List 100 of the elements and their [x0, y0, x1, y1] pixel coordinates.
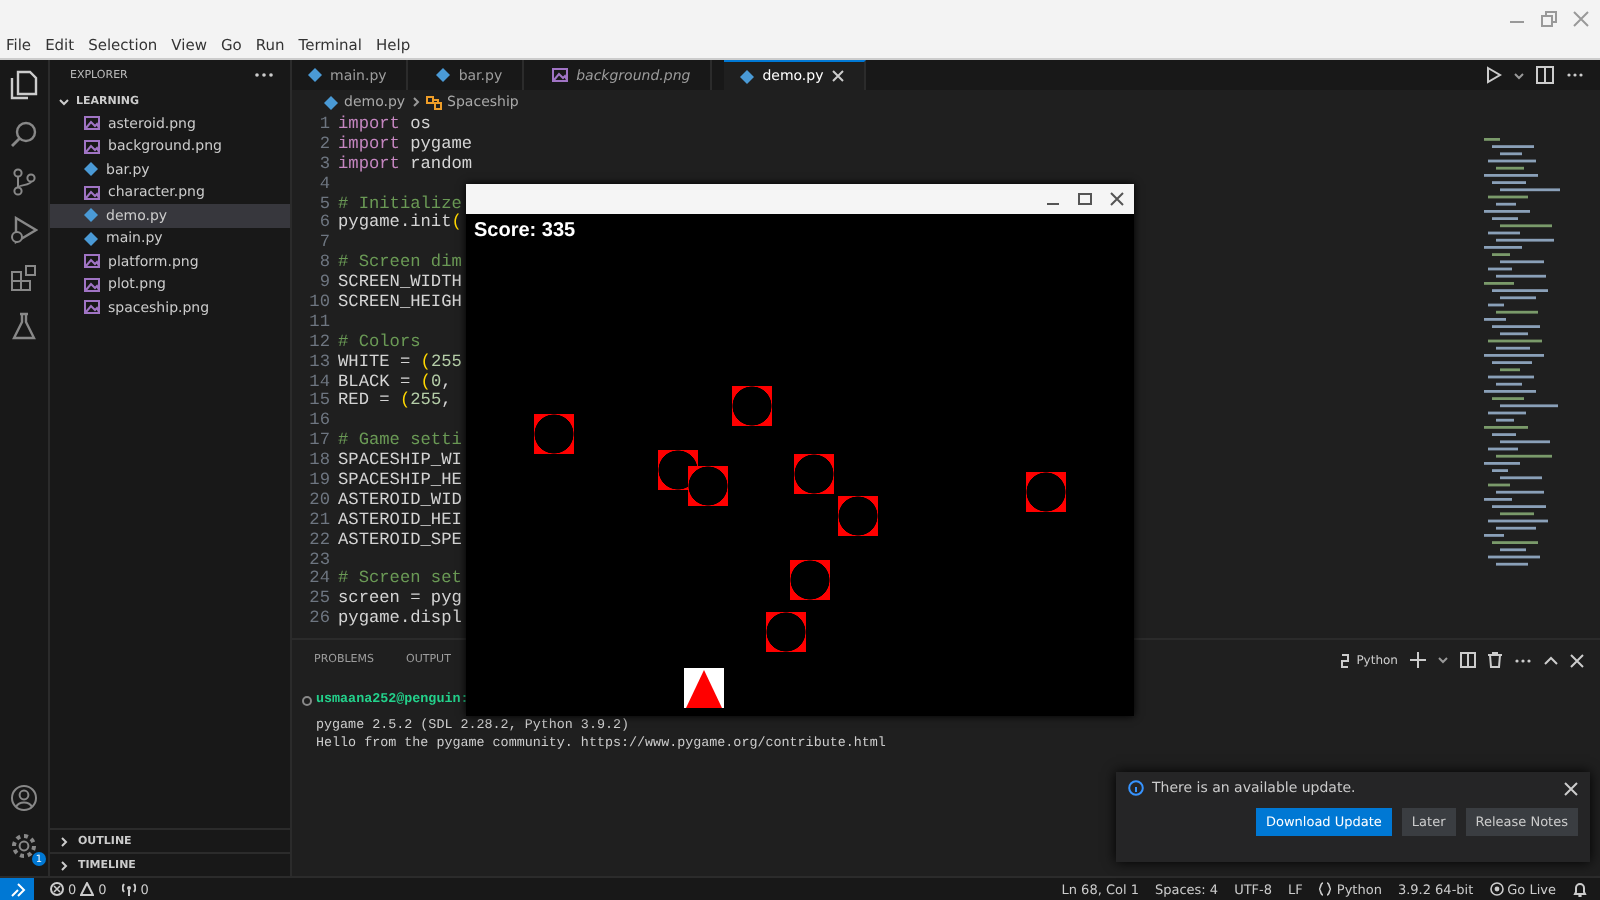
line-number: 1	[317, 116, 330, 136]
python-file-icon	[84, 162, 98, 177]
line-number: 17	[307, 432, 330, 452]
chevron-down-icon[interactable]	[1514, 71, 1524, 79]
asteroid-sprite	[838, 496, 878, 536]
line-number: 26	[307, 610, 330, 631]
line-number: 3	[317, 155, 330, 176]
chevron-up-icon[interactable]	[1544, 655, 1558, 665]
code-line: SPACESHIP_WI	[338, 452, 462, 472]
error-icon	[50, 882, 64, 896]
class-symbol-icon	[425, 95, 442, 109]
code-line: BLACK = (0,	[338, 373, 452, 392]
code-line: SPACESHIP_HE	[338, 472, 462, 492]
code-line: ASTEROID_HEI	[338, 511, 462, 532]
code-line: import os	[338, 116, 431, 135]
chevron-right-icon	[411, 96, 420, 108]
circle-icon	[302, 696, 312, 706]
trash-icon[interactable]	[1488, 652, 1502, 668]
python-file-icon	[436, 68, 451, 82]
code-line: # Initialize	[338, 195, 462, 214]
code-line: import pygame	[338, 135, 473, 155]
line-number: 8	[317, 254, 330, 274]
run-debug-icon[interactable]	[10, 216, 38, 244]
line-number: 22	[307, 531, 330, 552]
code-line: # Screen set	[338, 570, 462, 591]
code-line: SCREEN_HEIGH	[338, 294, 462, 314]
image-file-icon	[84, 116, 100, 131]
source-control-icon[interactable]	[12, 168, 36, 196]
more-icon[interactable]	[1566, 72, 1584, 78]
image-file-icon	[552, 68, 569, 82]
settings-icon[interactable]	[10, 832, 38, 860]
more-icon[interactable]	[1514, 657, 1532, 663]
asteroid-sprite	[534, 414, 574, 454]
code-line: SCREEN_WIDTH	[338, 274, 462, 294]
line-number: 12	[307, 333, 330, 354]
python-file-icon	[740, 69, 755, 83]
extensions-icon[interactable]	[10, 264, 38, 292]
plus-icon[interactable]	[1410, 652, 1426, 668]
asteroid-sprite	[688, 466, 728, 506]
antenna-icon	[122, 882, 137, 896]
image-file-icon	[84, 139, 100, 154]
remote-icon	[9, 881, 25, 897]
close-icon[interactable]	[1110, 192, 1124, 206]
line-number: 2	[317, 135, 330, 156]
line-number: 7	[317, 234, 330, 254]
line-number: 24	[307, 570, 330, 590]
files-icon[interactable]	[10, 70, 38, 100]
warning-icon	[80, 882, 95, 896]
split-editor-icon[interactable]	[1536, 66, 1554, 84]
code-line: # Screen dim	[338, 254, 462, 274]
line-number: 18	[307, 452, 330, 472]
more-icon[interactable]	[254, 72, 274, 78]
code-line: ASTEROID_SPE	[338, 531, 462, 552]
line-number: 21	[307, 511, 330, 532]
asteroid-sprite	[732, 386, 772, 426]
bell-icon[interactable]	[1572, 881, 1588, 897]
broadcast-icon	[1489, 882, 1504, 896]
line-number: 4	[317, 175, 330, 196]
asteroid-sprite	[790, 560, 830, 600]
asteroid-sprite	[1026, 472, 1066, 512]
line-number: 15	[307, 392, 330, 412]
code-line: # Game setti	[338, 432, 462, 452]
run-icon[interactable]	[1486, 66, 1502, 84]
code-line: WHITE = (255	[338, 353, 462, 373]
flask-icon[interactable]	[12, 312, 36, 340]
search-icon[interactable]	[10, 120, 38, 148]
line-number: 16	[307, 412, 330, 432]
line-number: 25	[307, 590, 330, 610]
code-line: import random	[338, 155, 473, 176]
line-number: 11	[307, 313, 330, 334]
line-number: 6	[317, 214, 330, 234]
line-number: 5	[317, 195, 330, 214]
code-line: screen = pyg	[338, 590, 462, 609]
image-file-icon	[84, 185, 100, 200]
braces-icon	[1318, 882, 1333, 896]
account-icon[interactable]	[10, 784, 38, 812]
code-line: pygame.init(	[338, 214, 462, 235]
info-icon	[1128, 780, 1144, 796]
spaceship-sprite	[684, 668, 724, 708]
line-number: 9	[317, 274, 330, 294]
code-line: # Colors	[338, 333, 421, 354]
code-line: pygame.displ	[338, 610, 462, 631]
line-number: 13	[307, 353, 330, 374]
maximize-icon[interactable]	[1078, 192, 1092, 206]
restore-icon[interactable]	[1540, 10, 1558, 28]
image-file-icon	[84, 277, 100, 292]
line-number: 20	[307, 491, 330, 512]
remote-button[interactable]	[0, 877, 34, 900]
asteroid-sprite	[766, 612, 806, 652]
line-number: 14	[307, 373, 330, 392]
line-number: 19	[307, 472, 330, 492]
code-line: RED = (255,	[338, 392, 452, 413]
split-terminal-icon[interactable]	[1460, 652, 1476, 668]
line-number: 10	[307, 294, 330, 314]
chevron-down-icon[interactable]	[1438, 656, 1448, 664]
image-file-icon	[84, 254, 100, 269]
image-file-icon	[84, 300, 100, 315]
asteroid-sprite	[794, 454, 834, 494]
score-text: Score: 335	[474, 220, 576, 242]
code-line: ASTEROID_WID	[338, 491, 462, 512]
